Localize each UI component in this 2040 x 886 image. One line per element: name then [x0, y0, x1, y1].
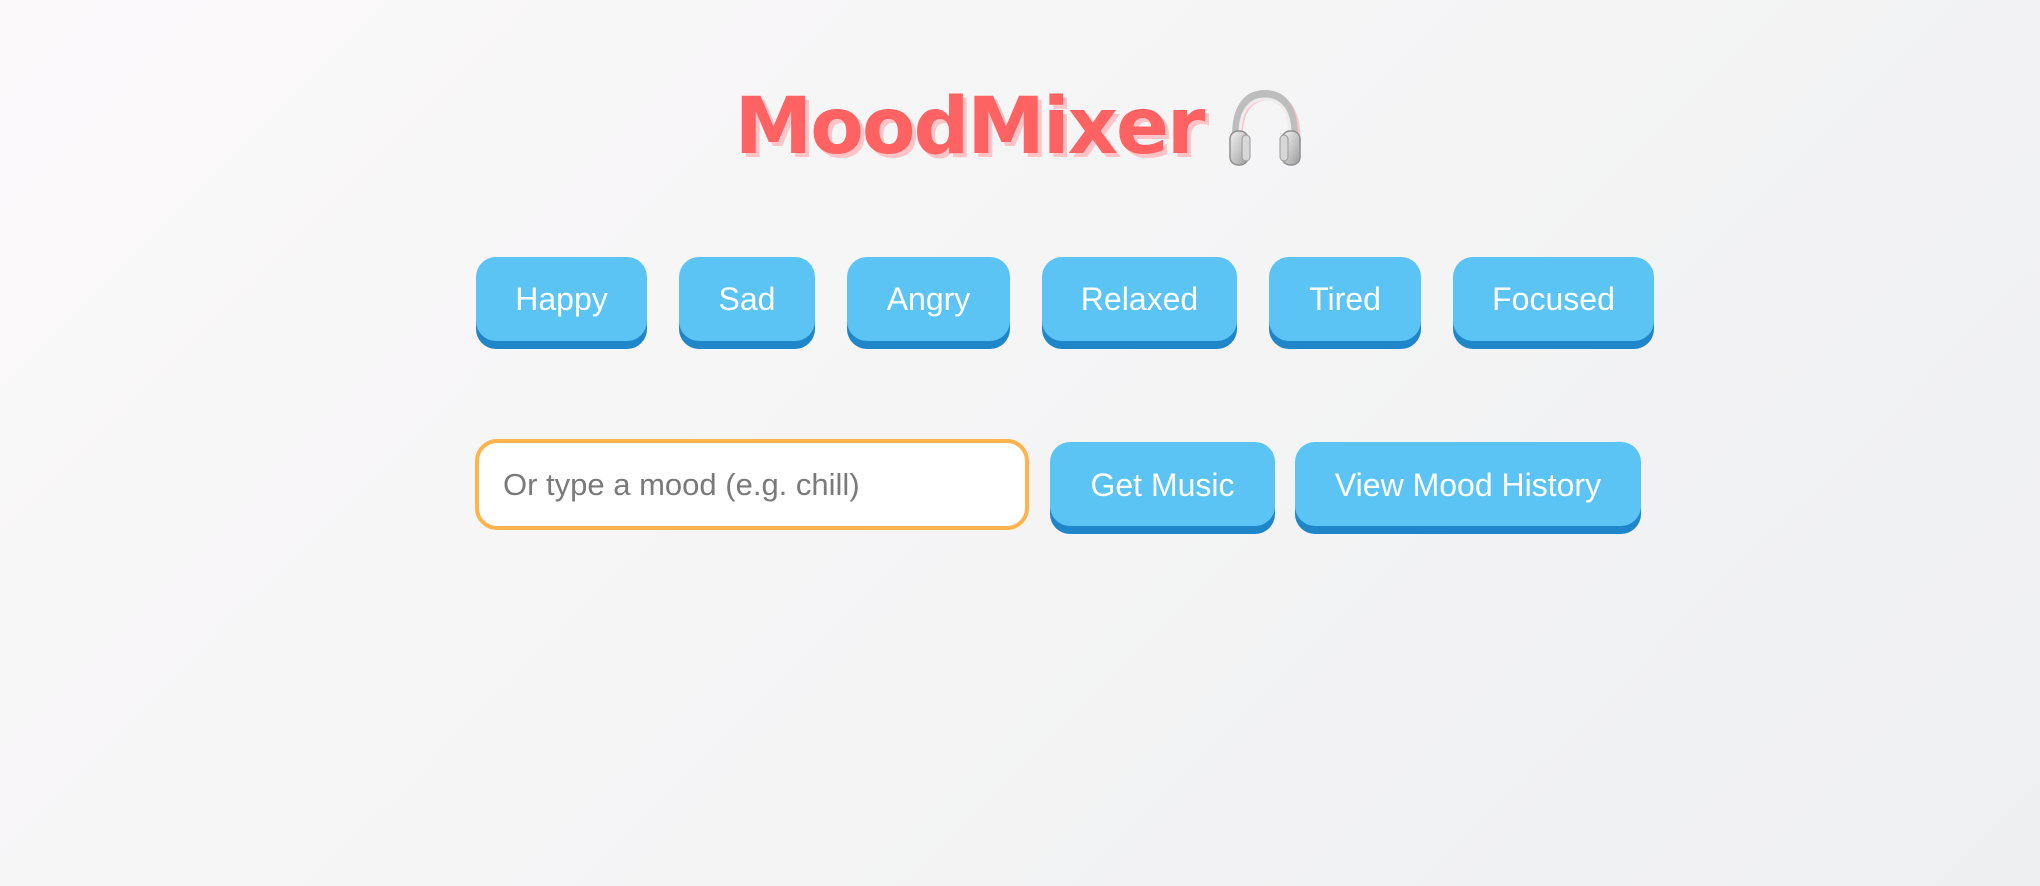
mood-input[interactable] [475, 439, 1029, 530]
header: MoodMixer [0, 82, 2040, 172]
mood-button-angry[interactable]: Angry [847, 257, 1010, 341]
mood-button-sad[interactable]: Sad [679, 257, 815, 341]
custom-mood-row: Get Music View Mood History [475, 439, 1641, 530]
mood-mixer-app: MoodMixer Happy Sad Angry Relaxed Tired … [0, 0, 2040, 886]
mood-button-happy[interactable]: Happy [476, 257, 647, 341]
mood-button-focused[interactable]: Focused [1453, 257, 1654, 341]
view-mood-history-button[interactable]: View Mood History [1295, 442, 1641, 526]
get-music-button[interactable]: Get Music [1050, 442, 1275, 526]
mood-button-tired[interactable]: Tired [1269, 257, 1421, 341]
mood-button-row: Happy Sad Angry Relaxed Tired Focused [476, 257, 1654, 341]
app-title: MoodMixer [734, 82, 1206, 172]
headphones-icon [1227, 89, 1305, 173]
mood-button-relaxed[interactable]: Relaxed [1042, 257, 1237, 341]
